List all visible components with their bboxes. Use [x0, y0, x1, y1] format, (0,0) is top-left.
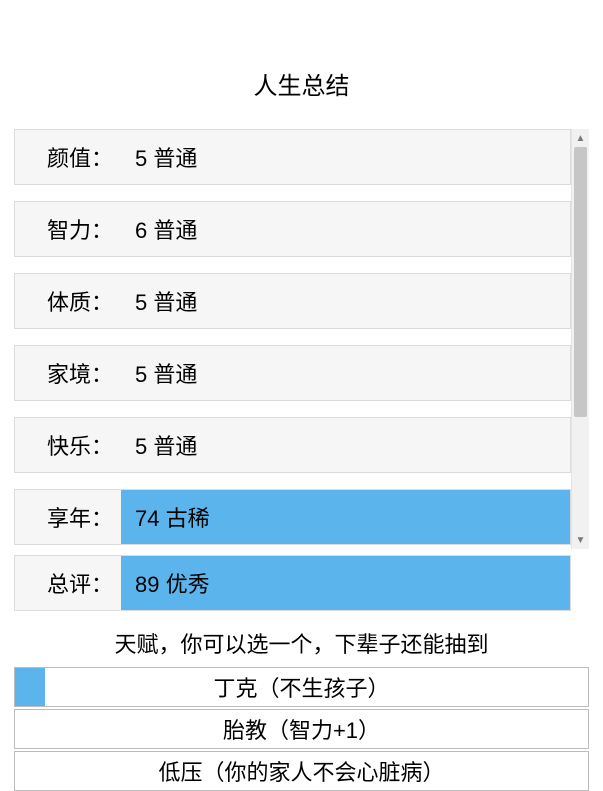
stat-label: 快乐： — [15, 418, 121, 472]
stat-value: 5 普通 — [121, 274, 570, 328]
stat-label: 智力： — [15, 202, 121, 256]
stat-label: 享年： — [15, 490, 121, 544]
stat-row-intelligence: 智力： 6 普通 — [14, 201, 571, 257]
talent-option-dink[interactable]: 丁克（不生孩子） — [14, 667, 589, 707]
stat-label: 家境： — [15, 346, 121, 400]
scroll-down-icon[interactable]: ▼ — [572, 531, 589, 549]
stat-label: 总评： — [15, 556, 121, 610]
stat-row-age: 享年： 74 古稀 — [14, 489, 571, 545]
stat-row-appearance: 颜值： 5 普通 — [14, 129, 571, 185]
stat-label: 颜值： — [15, 130, 121, 184]
stats-panel: 颜值： 5 普通 智力： 6 普通 体质： 5 普通 家境： 5 普通 快乐： … — [14, 129, 589, 611]
talent-hint: 天赋，你可以选一个，下辈子还能抽到 — [14, 627, 589, 659]
scroll-thumb[interactable] — [574, 147, 587, 417]
scrollbar[interactable]: ▲ ▼ — [571, 129, 589, 549]
stat-label: 体质： — [15, 274, 121, 328]
talent-label: 低压（你的家人不会心脏病） — [158, 755, 444, 787]
stat-row-constitution: 体质： 5 普通 — [14, 273, 571, 329]
talent-option-lowpressure[interactable]: 低压（你的家人不会心脏病） — [14, 751, 589, 791]
stat-value: 6 普通 — [121, 202, 570, 256]
stat-value: 89 优秀 — [121, 556, 570, 610]
stat-row-family: 家境： 5 普通 — [14, 345, 571, 401]
talent-option-prenatal[interactable]: 胎教（智力+1） — [14, 709, 589, 749]
scroll-up-icon[interactable]: ▲ — [572, 129, 589, 147]
page-title: 人生总结 — [14, 66, 589, 101]
stat-row-overall: 总评： 89 优秀 — [14, 555, 571, 611]
selection-indicator — [15, 668, 45, 706]
talent-label: 丁克（不生孩子） — [213, 671, 389, 703]
stat-value: 5 普通 — [121, 346, 570, 400]
stat-row-happiness: 快乐： 5 普通 — [14, 417, 571, 473]
talent-label: 胎教（智力+1） — [223, 713, 380, 745]
stat-value: 5 普通 — [121, 130, 570, 184]
stat-value: 74 古稀 — [121, 490, 570, 544]
stat-value: 5 普通 — [121, 418, 570, 472]
